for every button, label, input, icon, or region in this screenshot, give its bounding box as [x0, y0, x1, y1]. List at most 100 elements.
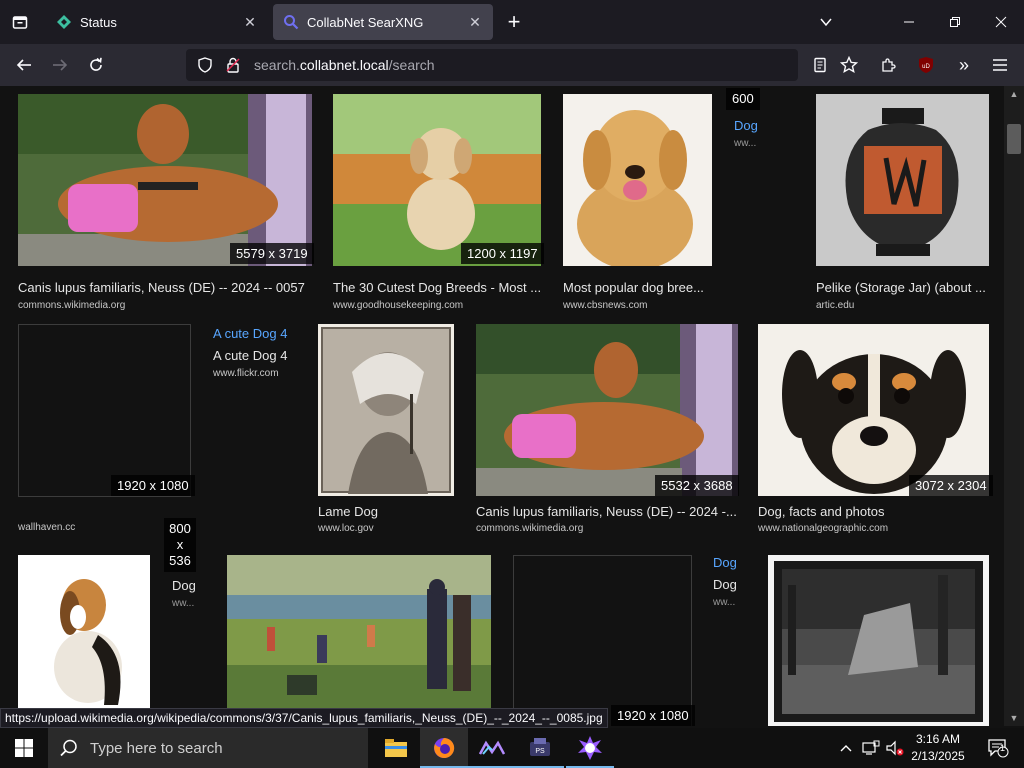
image-result[interactable]: 1200 x 1197 The 30 Cutest Dog Breeds - M… [333, 94, 544, 314]
result-dimensions: 5532 x 3688 [655, 475, 739, 496]
result-thumbnail[interactable] [768, 555, 989, 726]
app-icon-ps[interactable]: PS [516, 728, 564, 768]
result-title[interactable]: The 30 Cutest Dog Breeds - Most ... [333, 280, 541, 295]
result-title[interactable]: Lame Dog [318, 504, 454, 519]
result-thumbnail[interactable] [18, 94, 312, 266]
tab-status[interactable]: Status ✕ [46, 4, 268, 40]
image-result[interactable]: Most popular dog bree... www.cbsnews.com [563, 94, 713, 314]
close-window-icon[interactable] [978, 0, 1024, 44]
result-thumbnail[interactable] [563, 94, 712, 266]
taskbar-search-box[interactable]: Type here to search [48, 728, 368, 768]
notification-center-icon[interactable]: 1 [978, 728, 1018, 768]
result-source: commons.wikimedia.org [18, 300, 126, 311]
tab-searxng-label: CollabNet SearXNG [307, 14, 424, 30]
new-tab-icon[interactable]: + [498, 6, 530, 38]
image-result[interactable]: 3072 x 2304 Dog, facts and photos www.na… [758, 324, 993, 534]
result-title[interactable]: A cute Dog 4 [213, 326, 313, 341]
result-source: commons.wikimedia.org [476, 523, 584, 534]
close-tab-status-icon[interactable]: ✕ [242, 14, 258, 31]
image-result[interactable]: 1920 x 1080 [513, 555, 695, 726]
tracking-shield-icon[interactable] [194, 54, 216, 76]
result-thumbnail[interactable] [476, 324, 738, 496]
reader-view-icon[interactable] [804, 49, 836, 81]
search-icon [60, 739, 78, 757]
result-thumbnail[interactable] [513, 555, 692, 726]
image-results-grid: 5579 x 3719 Canis lupus familiaris, Neus… [0, 86, 1024, 726]
extensions-puzzle-icon[interactable] [872, 49, 904, 81]
result-source: www.flickr.com [213, 368, 279, 379]
result-title[interactable]: Dog, facts and photos [758, 504, 989, 519]
back-arrow-icon[interactable] [8, 49, 40, 81]
navigation-toolbar: search.collabnet.local/search uD » [0, 44, 1024, 86]
result-alt-text: Dog [713, 577, 737, 592]
image-result-broken[interactable]: 600 Dog ww... [726, 86, 792, 156]
windows-start-icon[interactable] [0, 728, 48, 768]
result-title[interactable]: Most popular dog bree... [563, 280, 713, 295]
image-result-broken[interactable]: A cute Dog 4 A cute Dog 4 www.flickr.com [213, 324, 313, 384]
reload-icon[interactable] [80, 49, 112, 81]
tab-overview-icon[interactable] [4, 6, 36, 38]
image-result[interactable] [227, 555, 491, 715]
result-title[interactable]: Canis lupus familiaris, Neuss (DE) -- 20… [476, 504, 738, 519]
result-thumbnail[interactable] [318, 324, 454, 496]
result-dimensions: 1920 x 1080 [111, 475, 195, 496]
image-result[interactable] [18, 555, 150, 715]
page-scrollbar[interactable]: ▲ ▼ [1004, 86, 1024, 726]
scroll-down-arrow-icon[interactable]: ▼ [1004, 710, 1024, 726]
result-title[interactable]: Canis lupus familiaris, Neuss (DE) -- 20… [18, 280, 312, 295]
result-source: www.goodhousekeeping.com [333, 300, 464, 311]
result-source: www.cbsnews.com [563, 300, 648, 311]
taskbar-clock[interactable]: 3:16 AM 2/13/2025 [903, 731, 973, 765]
restore-icon[interactable] [932, 0, 978, 44]
result-thumbnail[interactable] [18, 555, 150, 715]
result-title[interactable]: Dog [172, 578, 212, 593]
result-title[interactable]: Dog [734, 118, 774, 133]
clock-time: 3:16 AM [915, 732, 961, 746]
tab-bar: Status ✕ CollabNet SearXNG ✕ + [0, 0, 1024, 44]
clock-date: 2/13/2025 [911, 749, 965, 763]
image-result[interactable]: 5579 x 3719 Canis lupus familiaris, Neus… [18, 94, 314, 314]
result-source: ww... [734, 138, 757, 149]
result-thumbnail[interactable] [333, 94, 541, 266]
insecure-lock-icon[interactable] [222, 54, 244, 76]
result-title[interactable]: Pelike (Storage Jar) (about ... [816, 280, 989, 295]
taskbar-search-placeholder: Type here to search [90, 739, 223, 757]
image-result[interactable]: Pelike (Storage Jar) (about ... artic.ed… [816, 94, 989, 314]
bookmark-star-icon[interactable] [833, 49, 865, 81]
firefox-icon[interactable] [420, 728, 468, 768]
result-source: www.loc.gov [318, 523, 374, 534]
list-tabs-chevron-icon[interactable] [810, 6, 842, 38]
tray-chevron-up-icon[interactable] [836, 728, 856, 768]
minimize-icon[interactable] [886, 0, 932, 44]
result-thumbnail[interactable] [18, 324, 191, 497]
image-result[interactable]: 1920 x 1080 wallhaven.cc [18, 324, 195, 534]
tab-searxng[interactable]: CollabNet SearXNG ✕ [273, 4, 493, 40]
image-result[interactable]: 5532 x 3688 Canis lupus familiaris, Neus… [476, 324, 739, 534]
tab-status-label: Status [80, 14, 117, 30]
network-icon[interactable] [860, 728, 882, 768]
url-text[interactable]: search.collabnet.local/search [254, 57, 435, 73]
svg-text:PS: PS [535, 748, 545, 755]
scroll-up-arrow-icon[interactable]: ▲ [1004, 86, 1024, 102]
result-thumbnail[interactable] [227, 555, 491, 715]
file-explorer-icon[interactable] [372, 728, 420, 768]
image-result-broken[interactable]: Dog Dog ww... [713, 555, 757, 615]
result-source: www.nationalgeographic.com [758, 523, 889, 534]
scrollbar-thumb[interactable] [1007, 124, 1021, 154]
result-dimensions: 1920 x 1080 [611, 705, 695, 726]
result-title[interactable]: Dog [713, 555, 757, 570]
more-tools-chevrons-icon[interactable]: » [948, 49, 980, 81]
app-icon-spiky[interactable] [566, 728, 614, 768]
forward-arrow-icon[interactable] [44, 49, 76, 81]
url-bar[interactable]: search.collabnet.local/search [186, 49, 798, 81]
image-result[interactable]: Lame Dog www.loc.gov [318, 324, 454, 534]
hamburger-menu-icon[interactable] [984, 49, 1016, 81]
app-icon-purple-waves[interactable] [468, 728, 516, 768]
image-result-broken[interactable]: 800 x 536 Dog ww... [164, 516, 224, 616]
result-source: ww... [713, 597, 736, 608]
close-tab-searxng-icon[interactable]: ✕ [467, 14, 483, 31]
ublock-origin-icon[interactable]: uD [910, 49, 942, 81]
result-thumbnail[interactable] [816, 94, 989, 266]
result-thumbnail[interactable] [758, 324, 989, 496]
image-result[interactable] [768, 555, 989, 726]
